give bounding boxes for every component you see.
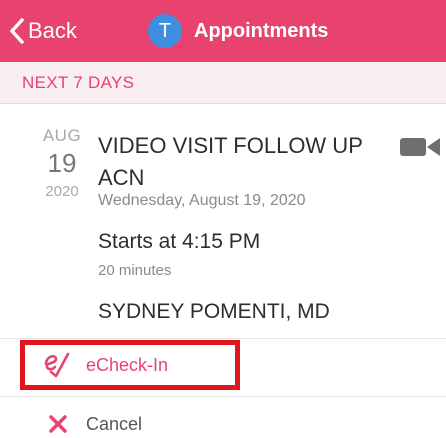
divider	[0, 396, 446, 397]
appointment-duration: 20 minutes	[98, 262, 172, 279]
chevron-left-icon	[10, 18, 24, 44]
date-day: 19	[47, 148, 77, 178]
divider	[0, 338, 446, 339]
video-camera-icon	[400, 138, 440, 156]
back-button[interactable]: Back	[8, 14, 77, 48]
section-header: NEXT 7 DAYS	[0, 62, 446, 104]
nav-bar: Back T Appointments	[0, 0, 446, 62]
appointment-title: VIDEO VISIT FOLLOW UP ACN	[98, 133, 363, 190]
date-year: 2020	[45, 183, 79, 200]
page-title: Appointments	[194, 20, 329, 42]
date-block: AUG 19 2020	[36, 126, 88, 200]
back-label: Back	[28, 18, 77, 43]
avatar[interactable]: T	[148, 14, 182, 48]
date-month: AUG	[42, 126, 82, 145]
appointment-start-time: Starts at 4:15 PM	[98, 230, 261, 253]
cancel-label: Cancel	[86, 414, 143, 434]
cancel-button[interactable]: Cancel	[0, 404, 446, 438]
close-icon	[49, 415, 67, 433]
appointment-date: Wednesday, August 19, 2020	[98, 192, 306, 209]
echeckin-label: eCheck-In	[86, 355, 169, 375]
echeckin-button[interactable]: eCheck-In	[20, 340, 240, 390]
echeckin-icon	[44, 352, 70, 378]
appointment-provider: SYDNEY POMENTI, MD	[98, 300, 330, 323]
